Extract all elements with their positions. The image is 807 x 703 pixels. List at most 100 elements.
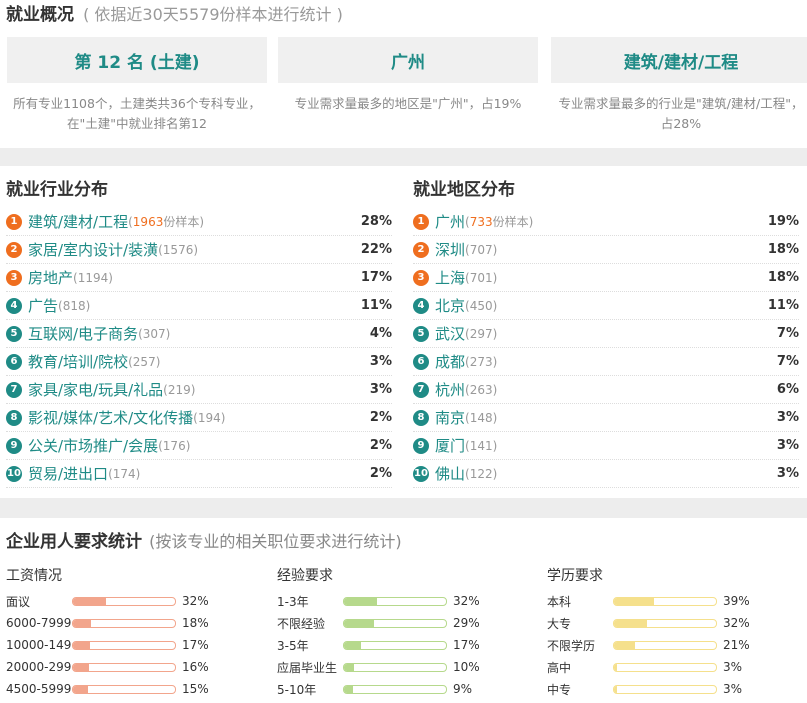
sample-suffix: 份样本 [163,215,200,229]
share-percent: 4% [369,326,392,341]
region-row[interactable]: 8 南京 (148) 3% [413,404,799,432]
section-divider [0,498,807,518]
education-row: 不限学历 21% [547,634,797,656]
education-label: 中专 [547,682,572,697]
industry-name-link[interactable]: 贸易/进出口 [28,463,108,484]
industry-row[interactable]: 4 广告 (818) 11% [6,292,392,320]
region-row[interactable]: 4 北京 (450) 11% [413,292,799,320]
experience-percent: 29% [453,616,480,630]
sample-count: (307) [138,326,171,341]
region-row[interactable]: 9 厦门 (141) 3% [413,432,799,460]
region-name-link[interactable]: 武汉 [435,323,465,344]
requirements-title: 企业用人要求统计 [6,532,142,552]
industry-name-link[interactable]: 房地产 [28,267,73,288]
region-list: 1 广州 (733份样本) 19% 2 深圳 (707) 18% 3 上海 (701) 18% 4 北京(… [413,208,799,488]
progress-bar [72,684,176,694]
salary-row: 面议 32% [6,590,256,612]
region-row[interactable]: 7 杭州 (263) 6% [413,376,799,404]
salary-percent: 15% [182,682,209,696]
industry-name-link[interactable]: 家具/家电/玩具/礼品 [28,379,163,400]
progress-bar-fill [344,663,355,671]
share-percent: 3% [776,466,799,481]
rank-badge: 6 [6,353,22,370]
sample-count: (263) [465,382,498,397]
region-name-link[interactable]: 佛山 [435,463,465,484]
progress-bar-fill [614,597,654,605]
progress-bar-fill [73,597,106,605]
sample-count-value: 701 [469,270,493,285]
industry-name-link[interactable]: 互联网/电子商务 [28,323,138,344]
progress-bar [343,684,447,694]
progress-bar [72,596,176,606]
experience-row: 5-10年 9% [277,678,527,700]
region-name-link[interactable]: 深圳 [435,239,465,260]
sample-count: (733份样本) [465,215,534,229]
region-name-link[interactable]: 南京 [435,407,465,428]
region-name-link[interactable]: 上海 [435,267,465,288]
region-name-link[interactable]: 北京 [435,295,465,316]
overview-header: 就业概况 ( 依据近30天5579份样本进行统计 ) [6,4,343,26]
sample-count-value: 263 [469,382,493,397]
experience-rows: 1-3年 32% 不限经验 29% 3-5年 17% 应届毕业生 10% 5-10年 9% [277,590,527,700]
region-row[interactable]: 10 佛山 (122) 3% [413,460,799,488]
sample-count: (1194) [73,270,113,285]
share-percent: 19% [767,214,799,229]
progress-bar [343,596,447,606]
region-row[interactable]: 5 武汉 (297) 7% [413,320,799,348]
region-name-link[interactable]: 杭州 [435,379,465,400]
overview-subtitle: ( 依据近30天5579份样本进行统计 ) [83,5,343,24]
education-percent: 3% [723,682,743,696]
industry-row[interactable]: 8 影视/媒体/艺术/文化传播 (194) 2% [6,404,392,432]
education-label: 不限学历 [547,638,596,653]
industry-name-link[interactable]: 广告 [28,295,58,316]
requirements-header: 企业用人要求统计 (按该专业的相关职位要求进行统计) [6,530,402,554]
industry-row[interactable]: 2 家居/室内设计/装潢 (1576) 22% [6,236,392,264]
sample-count-value: 273 [469,354,493,369]
region-row[interactable]: 2 深圳 (707) 18% [413,236,799,264]
sample-count-value: 733 [469,215,493,229]
region-name-link[interactable]: 厦门 [435,435,465,456]
sample-count-value: 141 [469,438,493,453]
share-percent: 11% [360,298,392,313]
region-row[interactable]: 1 广州 (733份样本) 19% [413,208,799,236]
industry-name-link[interactable]: 家居/室内设计/装潢 [28,239,158,260]
region-row[interactable]: 6 成都 (273) 7% [413,348,799,376]
education-title: 学历要求 [547,568,603,584]
rank-badge: 8 [6,409,22,426]
sample-suffix: 份样本 [492,215,529,229]
experience-percent: 9% [453,682,473,696]
share-percent: 2% [369,466,392,481]
top-region-description: 专业需求量最多的地区是"广州"，占19% [294,96,522,111]
rank-badge: 10 [413,465,429,482]
share-percent: 2% [369,438,392,453]
rank-badge: 9 [413,437,429,454]
industry-row[interactable]: 10 贸易/进出口 (174) 2% [6,460,392,488]
industry-row[interactable]: 9 公关/市场推广/会展 (176) 2% [6,432,392,460]
education-row: 本科 39% [547,590,797,612]
progress-bar-fill [73,663,90,671]
industry-row[interactable]: 1 建筑/建材/工程 (1963份样本) 28% [6,208,392,236]
industry-name-link[interactable]: 公关/市场推广/会展 [28,435,158,456]
share-percent: 18% [767,270,799,285]
industry-name-link[interactable]: 建筑/建材/工程 [28,211,128,232]
industry-row[interactable]: 6 教育/培训/院校 (257) 3% [6,348,392,376]
experience-label: 1-3年 [277,594,309,609]
industry-name-link[interactable]: 教育/培训/院校 [28,351,128,372]
industry-row[interactable]: 5 互联网/电子商务 (307) 4% [6,320,392,348]
sample-count: (273) [465,354,498,369]
industry-row[interactable]: 7 家具/家电/玩具/礼品 (219) 3% [6,376,392,404]
share-percent: 3% [776,438,799,453]
requirements-subtitle: (按该专业的相关职位要求进行统计) [149,532,402,551]
industry-row[interactable]: 3 房地产 (1194) 17% [6,264,392,292]
region-row[interactable]: 3 上海 (701) 18% [413,264,799,292]
experience-percent: 32% [453,594,480,608]
region-name-link[interactable]: 成都 [435,351,465,372]
progress-bar [613,618,717,628]
education-percent: 32% [723,616,750,630]
progress-bar [72,662,176,672]
region-name-link[interactable]: 广州 [435,211,465,232]
top-region-card: 广州 [278,37,538,83]
industry-name-link[interactable]: 影视/媒体/艺术/文化传播 [28,407,193,428]
salary-percent: 16% [182,660,209,674]
sample-count: (1963份样本) [128,215,205,229]
